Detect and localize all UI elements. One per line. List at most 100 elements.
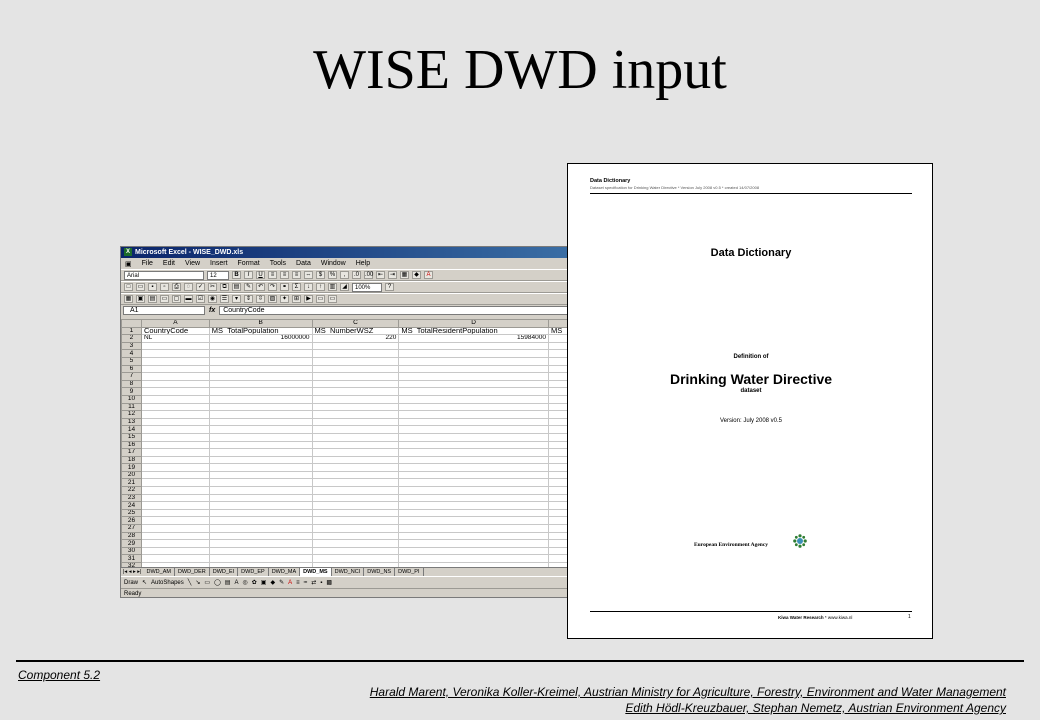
cell[interactable]	[208, 516, 313, 526]
cell[interactable]	[208, 539, 313, 548]
merge-icon[interactable]: ⇔	[304, 271, 313, 279]
cell[interactable]	[208, 387, 313, 396]
cell[interactable]	[140, 402, 210, 412]
cell[interactable]	[398, 417, 549, 427]
cell[interactable]	[140, 508, 210, 518]
cell[interactable]	[311, 402, 400, 412]
increase-decimal-icon[interactable]: .0	[352, 271, 361, 279]
print-preview-icon[interactable]: ◌	[184, 283, 193, 291]
cell[interactable]	[398, 394, 549, 404]
cell[interactable]	[140, 379, 210, 389]
cell[interactable]: 15984000	[398, 334, 549, 343]
drawing-icon[interactable]: ◢	[340, 283, 349, 291]
print-icon[interactable]: ⎙	[172, 283, 181, 291]
cell[interactable]	[140, 455, 210, 465]
cell[interactable]	[311, 501, 400, 510]
cell[interactable]	[311, 394, 400, 404]
row-header[interactable]: 4	[121, 349, 142, 358]
row-header[interactable]: 3	[121, 341, 142, 351]
cell[interactable]	[398, 440, 549, 450]
cell[interactable]	[311, 478, 400, 488]
cell[interactable]	[311, 440, 400, 450]
cell[interactable]: 16000000	[208, 334, 313, 343]
groupbox-icon[interactable]: ▢	[172, 295, 181, 303]
zoom-box[interactable]: 100%	[352, 282, 382, 292]
row-header[interactable]: 30	[121, 546, 142, 556]
font-name-box[interactable]: Arial	[124, 270, 204, 280]
cell[interactable]	[140, 554, 210, 563]
menu-item-format[interactable]: Format	[238, 260, 260, 267]
select-all-corner[interactable]	[121, 319, 142, 328]
cell[interactable]	[140, 448, 210, 457]
row-header[interactable]: 22	[121, 486, 142, 495]
autosum-icon[interactable]: Σ	[292, 283, 301, 291]
cell[interactable]	[398, 410, 549, 419]
copy-icon[interactable]: ⧉	[220, 283, 229, 291]
cell[interactable]	[140, 539, 210, 548]
cell[interactable]	[208, 501, 313, 510]
run-icon[interactable]: ▶	[304, 295, 313, 303]
grid-icon[interactable]: ⊞	[292, 295, 301, 303]
font-size-box[interactable]: 12	[207, 270, 229, 280]
code-icon[interactable]: ✦	[280, 295, 289, 303]
cell[interactable]	[311, 379, 400, 389]
spinner-icon[interactable]: ⇳	[256, 295, 265, 303]
linestyle-icon[interactable]: ≡	[296, 580, 300, 586]
cell[interactable]	[311, 493, 400, 503]
cell[interactable]	[311, 410, 400, 419]
open-folder-icon[interactable]: ▭	[136, 283, 145, 291]
comma-icon[interactable]: ,	[340, 271, 349, 279]
cell[interactable]	[208, 425, 313, 434]
cell[interactable]	[398, 493, 549, 503]
cell[interactable]	[311, 516, 400, 526]
sort-ascending-icon[interactable]: ↓	[304, 283, 313, 291]
cell[interactable]	[140, 486, 210, 495]
tab-dwd_am[interactable]: DWD_AM	[143, 568, 175, 576]
cell[interactable]	[208, 448, 313, 457]
indent-icon[interactable]: ⇤	[376, 271, 385, 279]
menu-item-edit[interactable]: Edit	[163, 260, 175, 267]
menu-item-help[interactable]: Help	[356, 260, 370, 267]
cell[interactable]	[311, 341, 400, 351]
row-header[interactable]: 13	[121, 417, 142, 427]
cell[interactable]	[398, 432, 549, 442]
line-icon[interactable]: ╲	[188, 579, 192, 586]
cell[interactable]	[398, 539, 549, 548]
checkbox-icon[interactable]: ☑	[196, 295, 205, 303]
cell[interactable]	[208, 379, 313, 389]
cell[interactable]	[140, 432, 210, 442]
cell[interactable]	[311, 470, 400, 480]
3d-icon[interactable]: ▩	[326, 579, 332, 586]
cell[interactable]	[140, 425, 210, 434]
row-header[interactable]: 29	[121, 539, 142, 548]
cell[interactable]	[398, 448, 549, 457]
row-header[interactable]: 1	[121, 326, 142, 336]
align-center-icon[interactable]: ≡	[280, 271, 289, 279]
cell[interactable]	[311, 387, 400, 396]
cell[interactable]	[311, 417, 400, 427]
cell[interactable]	[398, 508, 549, 518]
row-header[interactable]: 28	[121, 531, 142, 541]
diagram-icon[interactable]: ◎	[242, 579, 247, 586]
arrow-icon[interactable]: ↘	[195, 579, 200, 586]
draw-menu[interactable]: Draw	[124, 580, 138, 586]
cell[interactable]	[208, 455, 313, 465]
undo-icon[interactable]: ↶	[256, 283, 265, 291]
cell[interactable]: 220	[311, 334, 400, 343]
row-header[interactable]: 15	[121, 432, 142, 442]
row-header[interactable]: 23	[121, 493, 142, 503]
cell[interactable]	[208, 402, 313, 412]
cell[interactable]	[311, 356, 400, 366]
row-header[interactable]: 20	[121, 470, 142, 480]
cell[interactable]	[140, 356, 210, 366]
help-icon[interactable]: ?	[385, 283, 394, 291]
font-color-icon[interactable]: A	[424, 271, 433, 279]
cell[interactable]	[398, 341, 549, 351]
cell[interactable]	[208, 531, 313, 541]
format-painter-icon[interactable]: ✎	[244, 283, 253, 291]
menu-item-tools[interactable]: Tools	[270, 260, 286, 267]
cell[interactable]	[140, 372, 210, 381]
cell[interactable]	[311, 524, 400, 533]
cell[interactable]	[311, 531, 400, 541]
combo-icon[interactable]: ▾	[232, 295, 241, 303]
